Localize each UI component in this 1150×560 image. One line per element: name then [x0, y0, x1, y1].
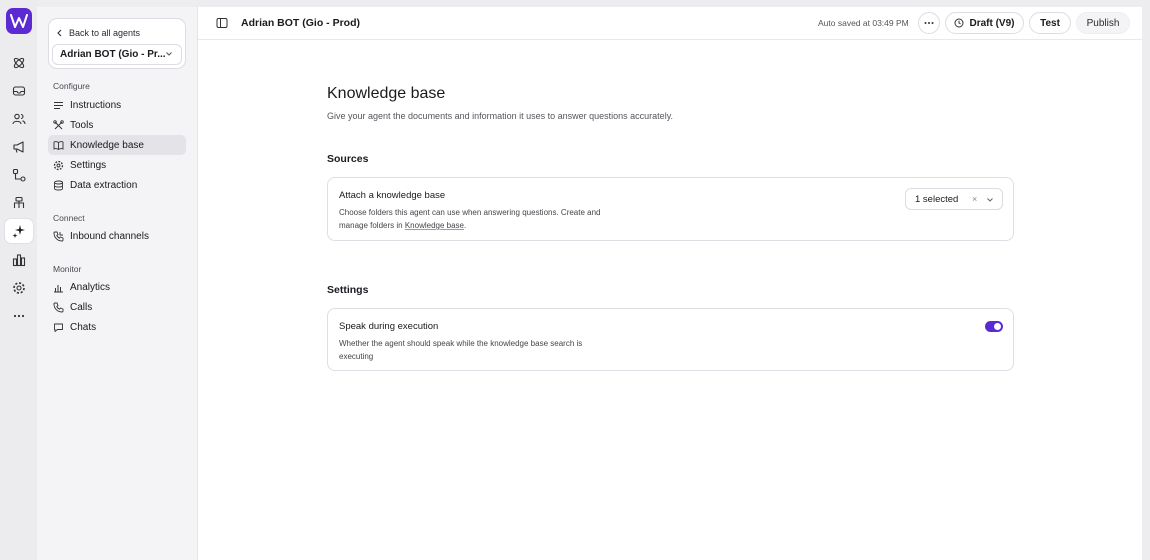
card-title: Speak during execution — [339, 321, 439, 332]
bar-chart-icon — [54, 284, 63, 292]
chevron-down-icon — [166, 52, 172, 56]
rail-users-button[interactable] — [5, 107, 33, 131]
card-description: Choose folders this agent can use when a… — [339, 206, 609, 232]
card-title: Attach a knowledge base — [339, 190, 446, 201]
more-horizontal-icon — [924, 22, 934, 24]
rail-atom-button[interactable] — [5, 51, 33, 75]
sidebar-item-label: Knowledge base — [70, 139, 144, 151]
draft-label: Draft (V9) — [969, 17, 1015, 29]
sparkle-icon — [12, 225, 25, 238]
main-panel: Adrian BOT (Gio - Prod) Auto saved at 03… — [198, 7, 1142, 560]
history-icon — [954, 18, 964, 28]
book-icon — [53, 140, 64, 150]
sidebar-item-label: Tools — [70, 119, 94, 131]
more-options-button[interactable] — [918, 12, 940, 34]
phone-incoming-icon — [53, 231, 64, 241]
topbar: Adrian BOT (Gio - Prod) Auto saved at 03… — [198, 7, 1142, 40]
speak-during-execution-card: Speak during execution Whether the agent… — [327, 308, 1014, 371]
sidebar-item-label: Inbound channels — [70, 230, 149, 242]
page-subtitle: Give your agent the documents and inform… — [327, 111, 674, 121]
section-configure: Configure — [53, 81, 90, 91]
rail-campaigns-button[interactable] — [5, 135, 33, 159]
select-value: 1 selected — [915, 193, 959, 205]
page-title: Knowledge base — [327, 85, 446, 102]
speak-during-execution-toggle[interactable] — [985, 321, 1003, 332]
more-icon — [13, 314, 25, 318]
chevron-down-icon[interactable] — [986, 196, 994, 204]
gear-icon — [53, 160, 64, 170]
publish-button[interactable]: Publish — [1076, 12, 1130, 34]
section-connect: Connect — [53, 213, 85, 223]
rail-reports-button[interactable] — [5, 248, 33, 272]
agent-selector[interactable]: Adrian BOT (Gio - Pr... — [52, 44, 182, 65]
rail-more-button[interactable] — [5, 304, 33, 328]
draft-version-button[interactable]: Draft (V9) — [945, 12, 1024, 34]
sidebar-item-calls[interactable]: Calls — [48, 297, 186, 317]
sidebar-toggle-icon[interactable] — [216, 17, 228, 29]
sidebar-item-label: Settings — [70, 159, 107, 171]
sidebar-item-knowledge-base[interactable]: Knowledge base — [48, 135, 186, 155]
list-icon — [54, 101, 63, 109]
gear-icon — [13, 282, 25, 294]
tools-icon — [53, 119, 64, 129]
clear-selection-icon[interactable]: × — [972, 194, 977, 204]
agent-title: Adrian BOT (Gio - Prod) — [241, 17, 360, 29]
rail-agents-button[interactable] — [5, 219, 33, 243]
knowledge-base-card: Attach a knowledge base Choose folders t… — [327, 177, 1014, 241]
sidebar-item-label: Calls — [70, 301, 93, 313]
agent-card: Back to all agents Adrian BOT (Gio - Pr.… — [48, 18, 186, 69]
logo-w-icon — [10, 14, 28, 28]
icon-rail — [0, 0, 37, 560]
sidebar-item-label: Data extraction — [70, 179, 138, 191]
test-button[interactable]: Test — [1029, 12, 1071, 34]
database-icon — [54, 180, 63, 190]
card-desc-suffix: . — [463, 221, 467, 230]
app-logo[interactable] — [6, 8, 32, 34]
users-icon — [12, 113, 26, 125]
toggle-knob — [994, 323, 1001, 330]
sidebar-item-inbound-channels[interactable]: Inbound channels — [48, 226, 186, 246]
settings-heading: Settings — [327, 284, 369, 296]
sidebar: Back to all agents Adrian BOT (Gio - Pr.… — [37, 7, 198, 560]
back-to-agents-link[interactable]: Back to all agents — [56, 26, 140, 40]
rail-flows-button[interactable] — [5, 163, 33, 187]
sidebar-item-chats[interactable]: Chats — [48, 317, 186, 337]
sidebar-item-label: Chats — [70, 321, 97, 333]
rail-inbox-button[interactable] — [5, 79, 33, 103]
inbox-icon — [12, 86, 26, 96]
flow-icon — [12, 168, 26, 182]
card-desc-text: Choose folders this agent can use when a… — [339, 208, 601, 230]
chat-bubble-icon — [54, 323, 63, 332]
chart-icon — [12, 254, 26, 267]
chevron-left-icon — [57, 29, 62, 37]
sidebar-item-settings[interactable]: Settings — [48, 155, 186, 175]
agent-name: Adrian BOT (Gio - Pr... — [60, 49, 166, 60]
knowledge-base-link[interactable]: Knowledge base — [405, 221, 464, 230]
sidebar-item-label: Analytics — [70, 281, 111, 293]
autosave-status: Auto saved at 03:49 PM — [818, 18, 909, 28]
phone-icon — [53, 302, 64, 312]
sitemap-icon — [13, 196, 25, 208]
card-description: Whether the agent should speak while the… — [339, 339, 583, 361]
rail-org-button[interactable] — [5, 191, 33, 215]
sources-heading: Sources — [327, 153, 369, 165]
sidebar-item-analytics[interactable]: Analytics — [48, 277, 186, 297]
rail-settings-button[interactable] — [5, 276, 33, 300]
back-label: Back to all agents — [69, 28, 141, 38]
sidebar-item-instructions[interactable]: Instructions — [48, 95, 186, 115]
sidebar-item-tools[interactable]: Tools — [48, 115, 186, 135]
atom-icon — [13, 57, 25, 69]
megaphone-icon — [13, 141, 24, 153]
sidebar-item-data-extraction[interactable]: Data extraction — [48, 175, 186, 195]
sidebar-item-label: Instructions — [70, 99, 122, 111]
knowledge-base-select[interactable]: 1 selected × — [905, 188, 1003, 210]
window-edge — [1142, 7, 1150, 560]
section-monitor: Monitor — [53, 264, 82, 274]
